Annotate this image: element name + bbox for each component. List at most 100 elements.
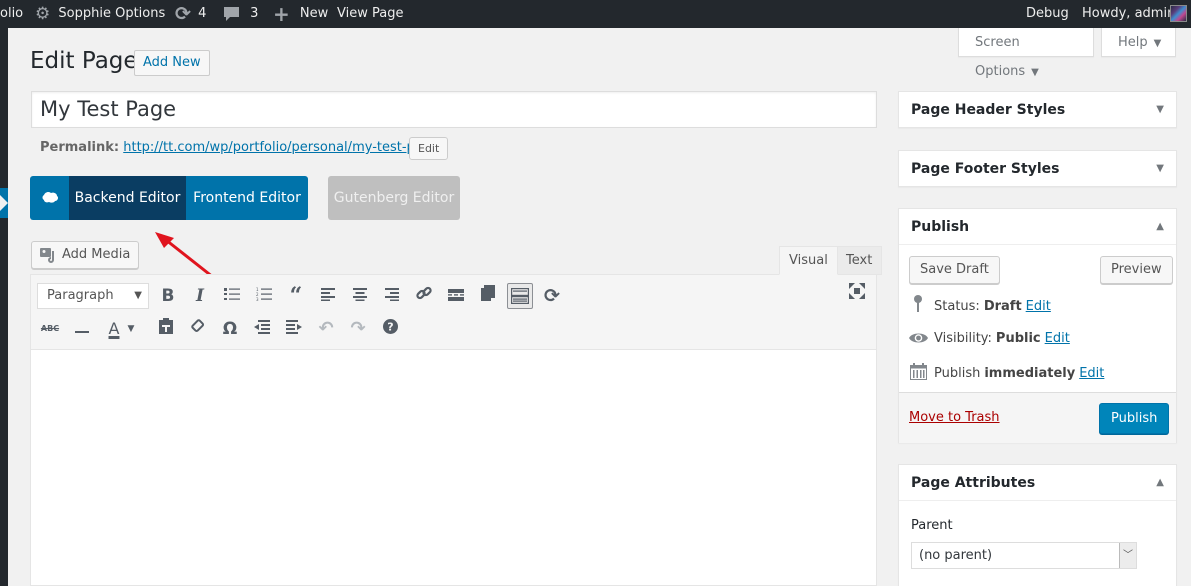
page-footer-styles-header[interactable]: Page Footer Styles ▼ [899, 151, 1176, 187]
clear-formatting-button[interactable] [185, 316, 211, 342]
add-media-label: Add Media [62, 247, 131, 262]
numbered-list-button[interactable]: 123 [251, 283, 277, 309]
page-attributes-header[interactable]: Page Attributes ▲ [899, 465, 1176, 501]
updates-link[interactable]: ⟳ 4 [175, 0, 206, 28]
visibility-value: Public [995, 331, 1041, 346]
parent-select-value: (no parent) [919, 548, 993, 563]
screen-options-button[interactable]: Screen Options ▼ [958, 28, 1094, 79]
blockquote-icon: “ [289, 283, 303, 309]
save-draft-button[interactable]: Save Draft [909, 256, 1000, 284]
view-page-link[interactable]: View Page [337, 0, 403, 28]
special-character-button[interactable]: Ω [217, 316, 243, 342]
publish-label: Publish [934, 366, 981, 381]
edit-visibility-link[interactable]: Edit [1045, 331, 1070, 346]
align-left-button[interactable] [315, 283, 341, 309]
horizontal-line-button[interactable] [69, 316, 95, 342]
parent-select[interactable]: (no parent) ﹀ [911, 542, 1137, 569]
refresh-icon: ⟳ [544, 285, 560, 307]
strikethrough-button[interactable]: ABC [37, 316, 63, 342]
keyboard-shortcuts-button[interactable]: ? [377, 316, 403, 342]
page-break-button[interactable] [475, 283, 501, 309]
page-header-styles-box: Page Header Styles ▼ [898, 91, 1177, 128]
status-value: Draft [983, 298, 1022, 314]
gutenberg-editor-button[interactable]: Gutenberg Editor [328, 176, 460, 220]
editor-content-area[interactable] [31, 351, 876, 585]
italic-icon: I [196, 286, 204, 306]
caret-down-icon: ▼ [127, 324, 135, 334]
move-to-trash-link[interactable]: Move to Trash [909, 410, 1000, 425]
visibility-row: Visibility: Public Edit [909, 329, 1070, 348]
site-name-link[interactable]: olio [0, 0, 23, 28]
content-editor: Paragraph ▼ B I 123 “ ⟳ ABC A ▼ Ω ↶ ↷ ? [30, 274, 877, 586]
caret-up-icon[interactable]: ▲ [1156, 209, 1164, 245]
admin-menu-collapsed [0, 28, 8, 586]
insert-link-button[interactable] [411, 283, 437, 309]
align-center-button[interactable] [347, 283, 373, 309]
redo-button[interactable]: ↷ [345, 316, 371, 342]
page-footer-styles-box: Page Footer Styles ▼ [898, 150, 1177, 187]
tab-visual[interactable]: Visual [779, 246, 838, 275]
avatar[interactable] [1170, 5, 1187, 22]
publish-button[interactable]: Publish [1099, 403, 1170, 434]
pin-icon [909, 295, 927, 317]
account-link[interactable]: Howdy, admin [1082, 0, 1175, 28]
blockquote-button[interactable]: “ [283, 283, 309, 309]
help-button[interactable]: Help ▼ [1101, 28, 1176, 57]
gear-icon: ⚙ [35, 4, 51, 24]
caret-up-icon[interactable]: ▲ [1156, 465, 1164, 501]
permalink-url[interactable]: http://tt.com/wp/portfolio/personal/my-t… [123, 140, 443, 155]
tab-text[interactable]: Text [836, 246, 883, 275]
read-more-button[interactable] [443, 283, 469, 309]
align-center-icon [353, 288, 367, 301]
fullscreen-icon [849, 283, 865, 299]
editor-toolbar: Paragraph ▼ B I 123 “ ⟳ ABC A ▼ Ω ↶ ↷ ? [31, 275, 876, 350]
caret-down-icon[interactable]: ▼ [1156, 92, 1164, 128]
updates-icon: ⟳ [175, 3, 191, 25]
text-color-dropdown[interactable]: ▼ [124, 316, 138, 342]
undo-button[interactable]: ↶ [313, 316, 339, 342]
comments-link[interactable]: 3 [223, 0, 258, 28]
italic-button[interactable]: I [187, 283, 213, 309]
page-footer-styles-title: Page Footer Styles [911, 161, 1060, 177]
page-header-styles-header[interactable]: Page Header Styles ▼ [899, 92, 1176, 128]
bold-button[interactable]: B [155, 283, 181, 309]
edit-status-link[interactable]: Edit [1026, 299, 1051, 314]
text-color-icon: A [108, 319, 120, 338]
indent-icon [286, 320, 302, 334]
page-header-styles-title: Page Header Styles [911, 102, 1066, 118]
publish-date-row: Publish immediately Edit [909, 363, 1104, 384]
new-content-link[interactable]: + New [273, 0, 328, 28]
bold-icon: B [161, 286, 175, 306]
format-select[interactable]: Paragraph ▼ [37, 283, 149, 309]
chevron-down-icon: ﹀ [1119, 543, 1136, 568]
post-title-input[interactable]: My Test Page [31, 91, 877, 128]
status-label: Status: [934, 298, 980, 314]
theme-options-link[interactable]: ⚙ Sopphie Options [35, 0, 165, 28]
backend-editor-button[interactable]: Backend Editor [69, 176, 186, 220]
page-break-icon [481, 285, 495, 301]
screen-options-label: Screen Options [975, 35, 1026, 79]
permalink-edit-button[interactable]: Edit [409, 137, 449, 160]
comments-count: 3 [250, 6, 259, 21]
frontend-editor-button[interactable]: Frontend Editor [186, 176, 308, 220]
bulleted-list-button[interactable] [219, 283, 245, 309]
fullscreen-button[interactable] [844, 281, 870, 307]
publish-header[interactable]: Publish ▲ [899, 209, 1176, 245]
page-builder-logo-icon [30, 176, 69, 220]
svg-text:?: ? [387, 321, 393, 334]
refresh-button[interactable]: ⟳ [539, 283, 565, 309]
add-new-button[interactable]: Add New [134, 50, 210, 76]
preview-button[interactable]: Preview [1100, 256, 1173, 284]
add-media-button[interactable]: Add Media [31, 241, 140, 269]
caret-down-icon[interactable]: ▼ [1156, 151, 1164, 187]
align-right-button[interactable] [379, 283, 405, 309]
toolbar-toggle-button[interactable] [507, 283, 533, 309]
decrease-indent-button[interactable] [249, 316, 275, 342]
eye-icon [909, 329, 928, 348]
edit-publish-date-link[interactable]: Edit [1079, 366, 1104, 381]
horizontal-line-icon [75, 331, 89, 333]
debug-link[interactable]: Debug [1026, 0, 1069, 28]
increase-indent-button[interactable] [281, 316, 307, 342]
numbered-list-icon: 123 [256, 287, 272, 302]
paste-as-text-button[interactable] [153, 316, 179, 342]
